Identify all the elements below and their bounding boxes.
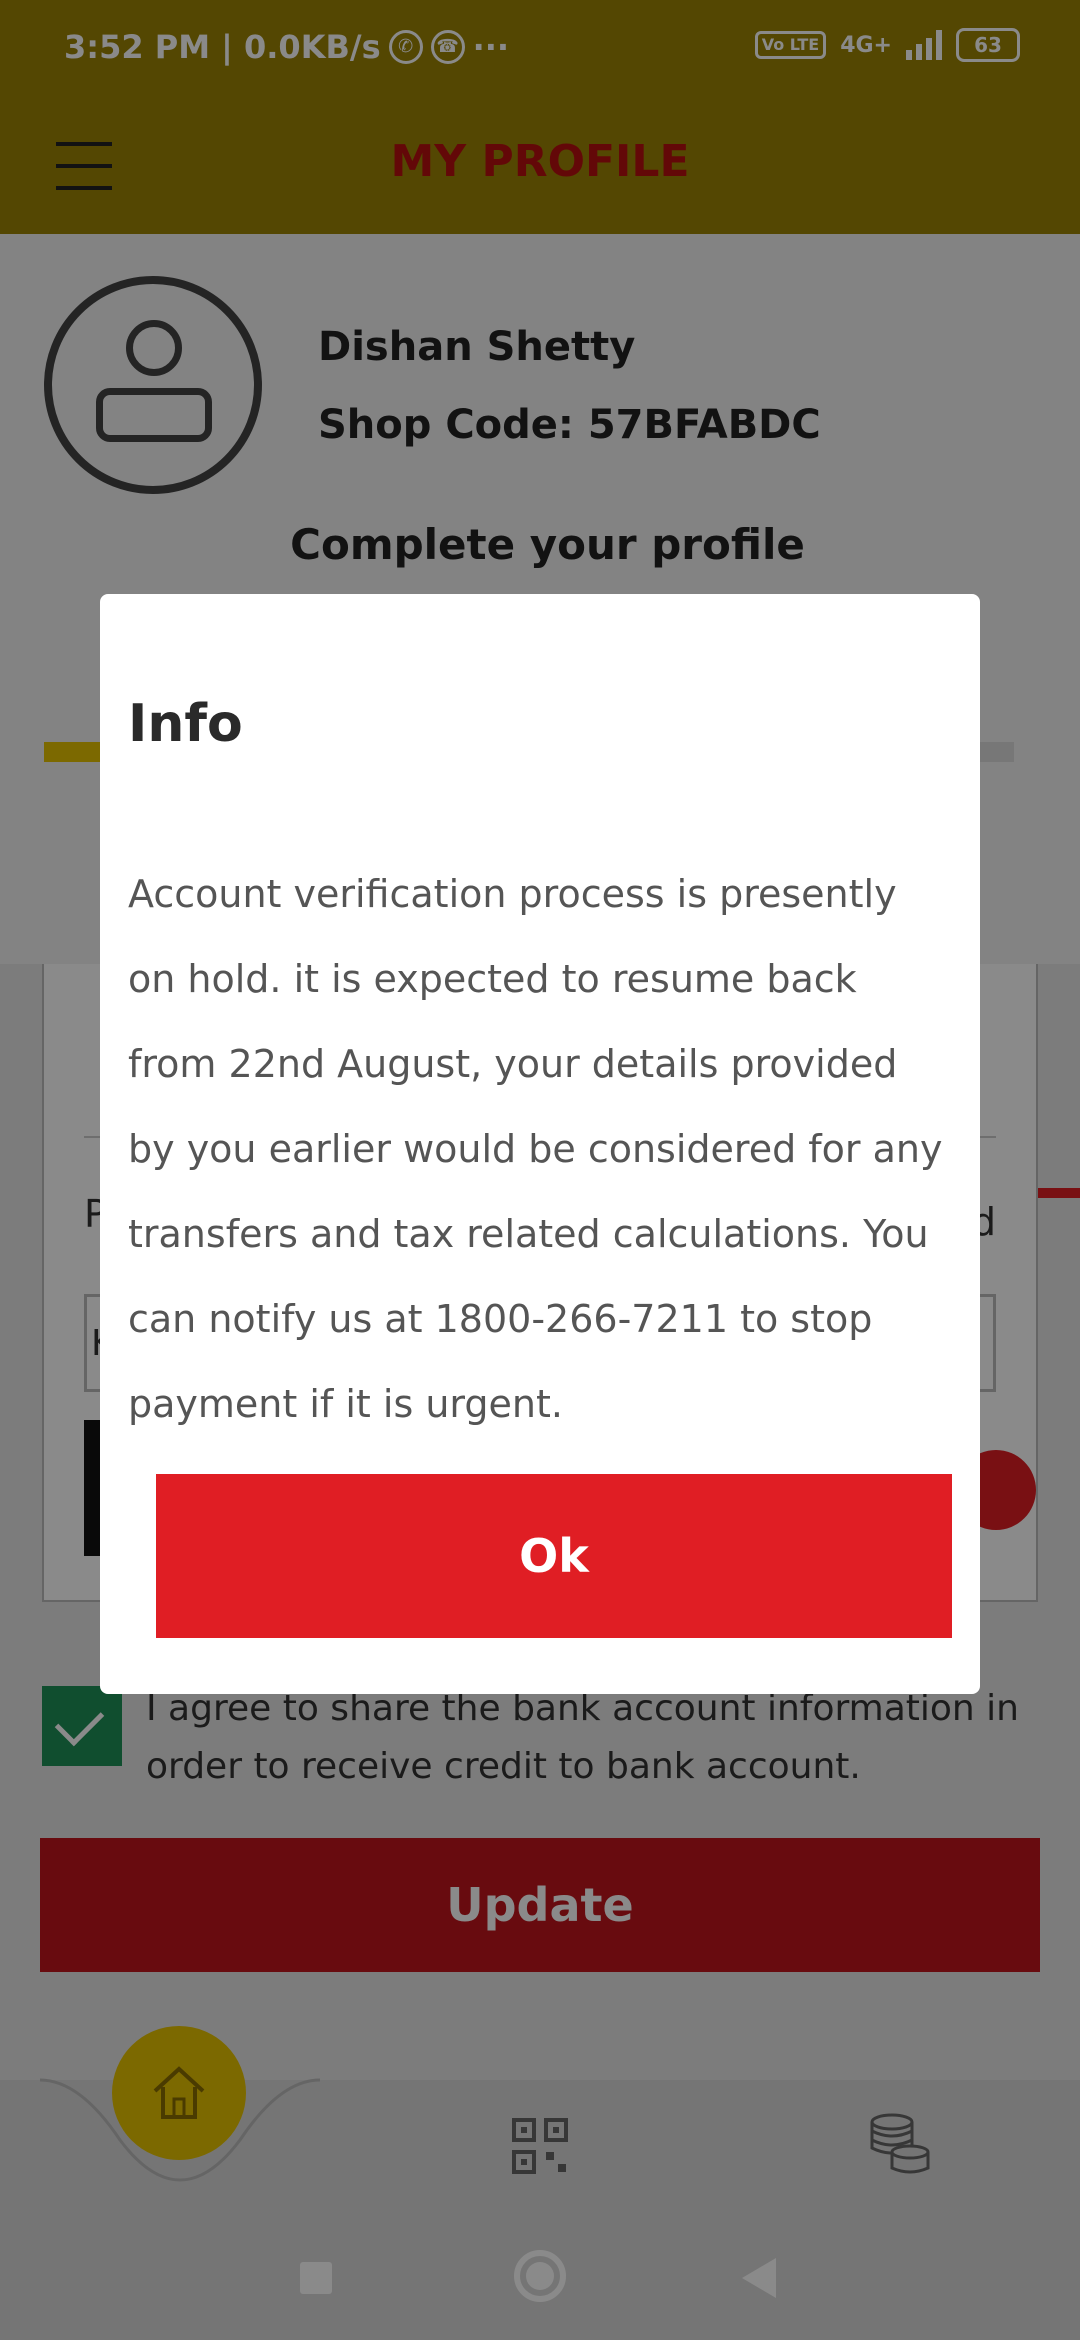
dialog-title: Info bbox=[128, 694, 243, 754]
dialog-message: Account verification process is presentl… bbox=[128, 872, 943, 1426]
info-dialog: Info Account verification process is pre… bbox=[100, 594, 980, 1694]
ok-button[interactable]: Ok bbox=[156, 1474, 952, 1638]
